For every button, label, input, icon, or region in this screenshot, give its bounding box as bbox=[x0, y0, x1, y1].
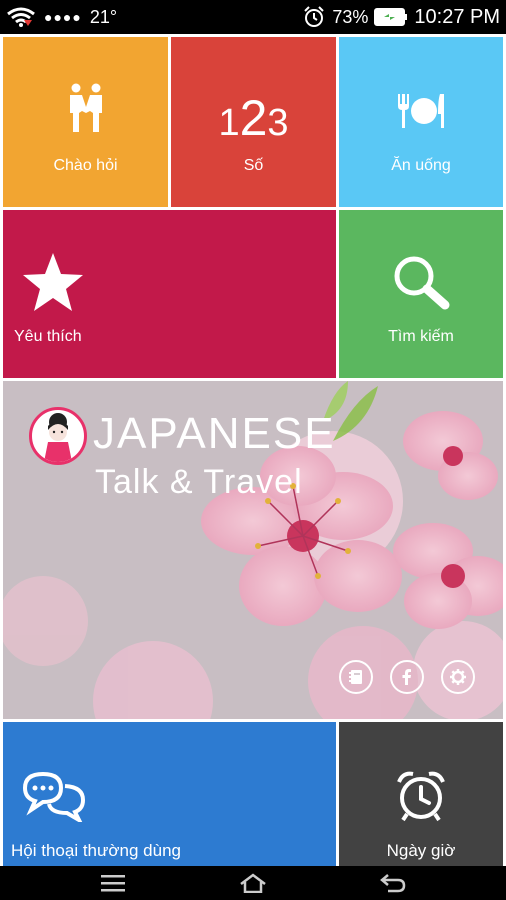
wifi-icon bbox=[7, 7, 35, 27]
alarm-clock-icon bbox=[397, 771, 445, 822]
tile-food-label: Ăn uống bbox=[391, 157, 451, 174]
star-icon bbox=[23, 253, 83, 311]
tile-conversation[interactable]: Hội thoại thường dùng bbox=[3, 722, 336, 866]
tile-search[interactable]: Tìm kiếm bbox=[339, 210, 503, 378]
tile-favorites-label: Yêu thích bbox=[14, 328, 82, 345]
status-bar: ●●●● 21° 73% 10:27 PM bbox=[0, 0, 506, 34]
clock-time: 10:27 PM bbox=[414, 5, 500, 28]
facebook-icon bbox=[402, 669, 411, 685]
tile-search-label: Tìm kiếm bbox=[388, 328, 454, 345]
tile-greetings-label: Chào hỏi bbox=[53, 157, 118, 174]
menu-icon bbox=[101, 875, 125, 892]
app-subtitle: Talk & Travel bbox=[95, 463, 303, 501]
back-button[interactable] bbox=[373, 869, 413, 897]
battery-icon bbox=[374, 8, 408, 26]
tile-numbers[interactable]: 123 Số bbox=[171, 37, 336, 207]
battery-percent: 73% bbox=[332, 6, 369, 27]
back-icon bbox=[380, 874, 406, 893]
home-icon bbox=[240, 873, 266, 893]
fork-plate-knife-icon bbox=[398, 94, 444, 128]
menu-button[interactable] bbox=[93, 869, 133, 897]
notebook-button[interactable] bbox=[339, 660, 373, 694]
tile-greetings[interactable]: Chào hỏi bbox=[3, 37, 168, 207]
magnifier-icon bbox=[394, 256, 450, 310]
app-title: JAPANESE bbox=[93, 409, 336, 458]
signal-strength: ●●●● bbox=[44, 9, 82, 25]
home-button[interactable] bbox=[233, 869, 273, 897]
facebook-button[interactable] bbox=[390, 660, 424, 694]
notebook-icon bbox=[349, 670, 362, 684]
tile-datetime[interactable]: Ngày giờ bbox=[339, 722, 503, 866]
navigation-bar bbox=[0, 866, 506, 900]
settings-icon bbox=[450, 669, 466, 685]
chat-bubbles-icon bbox=[22, 771, 86, 822]
greeting-people-icon bbox=[70, 83, 102, 132]
tile-conversation-label: Hội thoại thường dùng bbox=[11, 841, 181, 860]
tile-datetime-label: Ngày giờ bbox=[386, 841, 456, 860]
weather-temperature: 21° bbox=[89, 6, 118, 27]
settings-button[interactable] bbox=[441, 660, 475, 694]
tile-favorites[interactable]: Yêu thích bbox=[3, 210, 336, 378]
tile-numbers-label: Số bbox=[243, 157, 264, 174]
hero-banner: JAPANESE Talk & Travel bbox=[3, 381, 503, 719]
geisha-avatar bbox=[29, 407, 87, 465]
numbers-icon: 123 bbox=[218, 90, 289, 146]
tile-food[interactable]: Ăn uống bbox=[339, 37, 503, 207]
alarm-clock-icon bbox=[304, 6, 325, 27]
